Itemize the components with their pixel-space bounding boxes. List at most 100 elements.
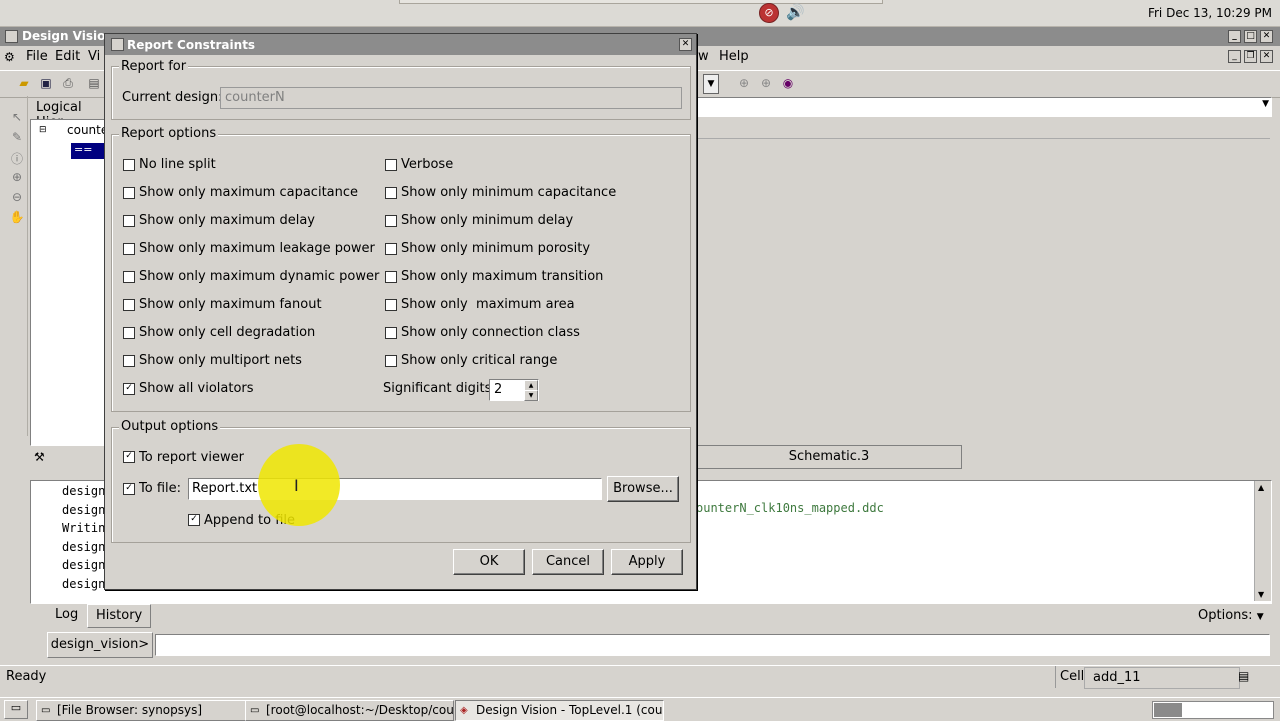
panel-tool-icon[interactable]: ⚒ [34,450,45,464]
max-area-label: Show only maximum area [401,297,575,312]
all-violators-checkbox[interactable]: ✓ [123,383,135,395]
dialog-titlebar[interactable]: Report Constraints ✕ [105,34,696,55]
log-path: ounterN_clk10ns_mapped.ddc [696,501,884,515]
network-icon[interactable]: ⊘ [759,3,779,23]
min-delay-checkbox[interactable] [385,215,397,227]
max-capacitance-checkbox[interactable] [123,187,135,199]
zoom-fit-icon[interactable]: ⊕ [758,75,774,91]
tab-history[interactable]: History [87,604,152,628]
ok-button[interactable]: OK [453,549,525,575]
close-icon[interactable]: ✕ [1260,30,1273,43]
status-panel-icon[interactable]: ▤ [1238,669,1249,683]
tree-expand-icon[interactable]: ⊟ [39,125,47,135]
cmd-prompt: design_vision> [47,632,153,658]
task-file-browser[interactable]: ▭ [File Browser: synopsys] [36,700,246,721]
log-scrollbar[interactable]: ▲ ▼ [1254,481,1271,601]
menu-edit[interactable]: Edit [55,49,80,64]
sig-digits-value: 2 [494,382,503,397]
multiport-nets-checkbox[interactable] [123,355,135,367]
print-icon[interactable]: ⎙ [60,75,76,91]
verbose-label: Verbose [401,157,454,172]
options-menu[interactable]: Options: ▼ [1198,608,1264,623]
clock[interactable]: Fri Dec 13, 10:29 PM [1148,6,1272,20]
schematic-canvas[interactable] [696,140,1270,440]
view-combo-arrow-icon[interactable]: ▼ [1262,99,1269,109]
inner-restore-icon[interactable]: ❐ [1244,50,1257,63]
menu-view[interactable]: Vi [88,49,100,64]
terminal-icon: ▭ [250,705,260,716]
pencil-icon[interactable]: ✎ [9,130,25,146]
pan-icon[interactable]: ✋ [9,210,25,226]
zoom-full-icon[interactable]: ◉ [780,75,796,91]
design-vision-icon: ◈ [460,705,468,716]
scroll-down-icon[interactable]: ▼ [1258,590,1264,599]
minimize-icon[interactable]: _ [1228,30,1241,43]
min-porosity-checkbox[interactable] [385,243,397,255]
taskbar: ▭ ▭ [File Browser: synopsys] ▭ [root@loc… [0,697,1280,721]
connection-class-checkbox[interactable] [385,327,397,339]
hierarchy-tree[interactable]: ⊟ counte == [30,119,114,446]
max-transition-checkbox[interactable] [385,271,397,283]
scroll-up-icon[interactable]: ▲ [1258,483,1264,492]
command-input[interactable] [155,634,1270,656]
to-file-label: To file: [139,481,181,496]
sig-digits-spinbox[interactable]: 2 ▲ ▼ [489,379,539,401]
window-menu-icon[interactable] [5,30,18,43]
max-transition-label: Show only maximum transition [401,269,604,284]
zoom-out-tool-icon[interactable]: ⊖ [9,190,25,206]
workspace-1[interactable] [1154,703,1182,717]
critical-range-checkbox[interactable] [385,355,397,367]
spin-down-icon[interactable]: ▼ [524,390,538,401]
zoom-in-icon[interactable]: ⊕ [736,75,752,91]
hierarchy-panel-header: Logical Hier [30,96,110,130]
show-desktop-icon[interactable]: ▭ [4,700,28,719]
view-combo[interactable]: ▼ [696,97,1272,117]
task-terminal[interactable]: ▭ [root@localhost:~/Desktop/counte [245,700,454,721]
dialog-close-icon[interactable]: ✕ [679,38,692,51]
zoom-in-tool-icon[interactable]: ⊕ [9,170,25,186]
cancel-button[interactable]: Cancel [532,549,604,575]
menu-window[interactable]: w [698,49,709,64]
apply-button[interactable]: Apply [611,549,683,575]
file-path-input[interactable]: Report.txt [188,478,602,500]
toolbar-dropdown-icon[interactable]: ▼ [703,74,719,94]
connection-class-label: Show only connection class [401,325,580,340]
open-icon[interactable]: ▰ [16,75,32,91]
workspace-switcher[interactable] [1152,701,1274,719]
select-icon[interactable]: ↖ [9,110,25,126]
max-fanout-checkbox[interactable] [123,299,135,311]
tree-root[interactable]: counte [67,123,108,137]
tab-log[interactable]: Log [47,604,86,626]
no-line-split-checkbox[interactable] [123,159,135,171]
task-design-vision-label: Design Vision - TopLevel.1 (count [476,703,664,717]
max-dynamic-power-checkbox[interactable] [123,271,135,283]
min-porosity-label: Show only minimum porosity [401,241,591,256]
menu-file[interactable]: File [26,49,48,64]
dialog-menu-icon[interactable] [111,38,124,51]
to-file-checkbox[interactable]: ✓ [123,483,135,495]
folder-icon: ▭ [41,705,51,716]
append-to-file-checkbox[interactable]: ✓ [188,514,200,526]
inner-close-icon[interactable]: ✕ [1260,50,1273,63]
max-leakage-power-checkbox[interactable] [123,243,135,255]
browse-button[interactable]: Browse... [607,476,679,502]
maximize-icon[interactable]: □ [1244,30,1257,43]
info-icon[interactable]: ⓘ [9,150,25,166]
tree-child-label: == [74,143,93,156]
schematic-icon[interactable]: ▤ [86,75,102,91]
to-report-viewer-label: To report viewer [139,450,244,465]
tab-schematic-3[interactable]: Schematic.3 [696,445,962,469]
output-options-label: Output options [119,419,221,434]
save-icon[interactable]: ▣ [38,75,54,91]
verbose-checkbox[interactable] [385,159,397,171]
task-design-vision[interactable]: ◈ Design Vision - TopLevel.1 (count [455,700,664,721]
menu-help[interactable]: Help [719,49,749,64]
min-capacitance-checkbox[interactable] [385,187,397,199]
options-label: Options: [1198,608,1253,623]
cell-degradation-checkbox[interactable] [123,327,135,339]
max-area-checkbox[interactable] [385,299,397,311]
inner-minimize-icon[interactable]: _ [1228,50,1241,63]
volume-icon[interactable]: 🔊 [786,3,805,21]
max-delay-checkbox[interactable] [123,215,135,227]
to-report-viewer-checkbox[interactable]: ✓ [123,451,135,463]
